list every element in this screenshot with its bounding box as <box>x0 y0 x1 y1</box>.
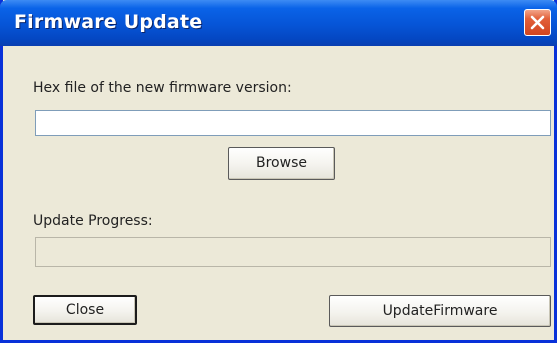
close-button[interactable]: Close <box>33 295 137 325</box>
file-label: Hex file of the new firmware version: <box>33 80 292 96</box>
close-icon <box>530 15 545 30</box>
browse-button[interactable]: Browse <box>228 147 335 180</box>
update-progress-bar <box>35 237 551 267</box>
update-firmware-button[interactable]: UpdateFirmware <box>329 295 551 327</box>
title-bar-close-button[interactable] <box>524 9 551 36</box>
window-title: Firmware Update <box>14 11 203 33</box>
progress-label: Update Progress: <box>33 213 153 229</box>
title-bar[interactable]: Firmware Update <box>0 0 557 46</box>
hex-file-input[interactable] <box>35 110 551 136</box>
firmware-update-window: Firmware Update Hex file of the new firm… <box>0 0 557 343</box>
